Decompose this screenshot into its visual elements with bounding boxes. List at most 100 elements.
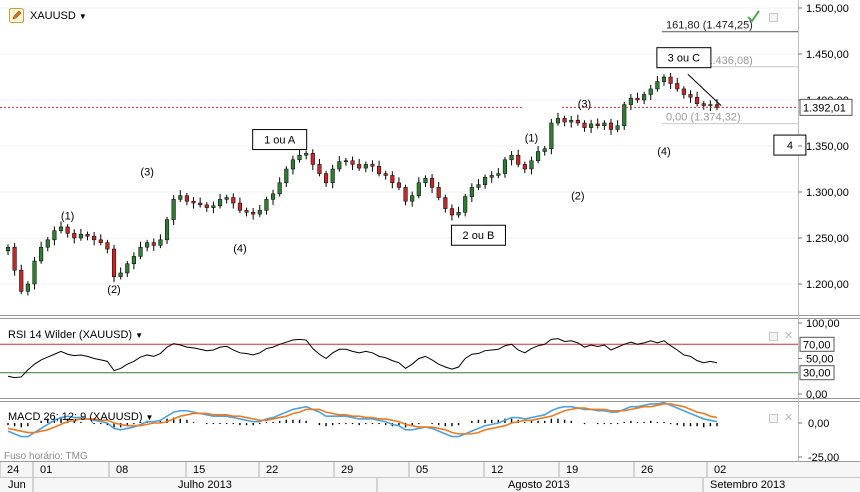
candle-body bbox=[635, 97, 640, 101]
candle-body bbox=[65, 226, 70, 234]
candle-body bbox=[668, 76, 673, 84]
candle-body bbox=[164, 219, 170, 241]
candle-body bbox=[58, 226, 64, 231]
candle-body bbox=[681, 88, 686, 95]
x-tick-label: 29 bbox=[341, 464, 353, 476]
x-tick-label: 08 bbox=[116, 464, 128, 476]
candle-body bbox=[217, 199, 223, 207]
candle-body bbox=[72, 233, 77, 239]
x-tick-label: 22 bbox=[266, 464, 278, 476]
candle-body bbox=[536, 151, 541, 161]
rsi-y-tick-label: 100,00 bbox=[806, 318, 840, 330]
candle-body bbox=[19, 269, 24, 292]
candle-body bbox=[310, 153, 315, 165]
candle-body bbox=[615, 125, 620, 130]
candle-body bbox=[496, 173, 501, 176]
macd-title-text: MACD 26; 12; 9 (XAUUSD) bbox=[8, 411, 143, 423]
candle-body bbox=[324, 173, 329, 184]
rsi-panel-maximize-icon[interactable] bbox=[769, 332, 778, 341]
candle-body bbox=[608, 122, 614, 130]
candle-body bbox=[549, 122, 554, 150]
candle-body bbox=[257, 210, 262, 215]
candle-body bbox=[337, 161, 342, 170]
wave-box-label: 3 ou C bbox=[668, 53, 700, 65]
candle-body bbox=[151, 242, 156, 246]
candle-body bbox=[642, 94, 647, 101]
candle-body bbox=[595, 123, 600, 127]
candle-body bbox=[483, 177, 488, 185]
candle-body bbox=[383, 173, 388, 176]
candle-body bbox=[138, 246, 143, 257]
chevron-down-icon[interactable]: ▼ bbox=[145, 413, 153, 422]
x-month-label: Agosto 2013 bbox=[508, 479, 570, 491]
candle-body bbox=[436, 187, 441, 198]
rsi-y-tick-label: 50,00 bbox=[806, 354, 834, 366]
rsi-panel-close-icon[interactable]: ✕ bbox=[784, 331, 793, 342]
candle-body bbox=[456, 211, 461, 216]
wave-label: (2) bbox=[571, 190, 584, 202]
fib-level-label: 0,00 (1.374,32) bbox=[666, 112, 741, 124]
candle-body bbox=[92, 235, 97, 241]
symbol-selector[interactable]: XAUUSD ▼ bbox=[30, 10, 87, 22]
candle-body bbox=[377, 165, 382, 174]
candle-body bbox=[224, 197, 229, 200]
candle-body bbox=[522, 164, 527, 170]
y-tick-label: 1.300,00 bbox=[806, 187, 849, 199]
candle-body bbox=[111, 248, 117, 277]
candle-body bbox=[39, 246, 44, 262]
chevron-down-icon[interactable]: ▼ bbox=[135, 331, 143, 340]
candle-body bbox=[542, 148, 547, 152]
candle-body bbox=[502, 159, 508, 174]
candle-body bbox=[708, 104, 713, 106]
x-month-label: Jun bbox=[8, 479, 26, 491]
candle-body bbox=[423, 177, 428, 184]
candle-body bbox=[655, 81, 660, 90]
x-month-label: Julho 2013 bbox=[178, 479, 232, 491]
macd-panel-title[interactable]: MACD 26; 12; 9 (XAUUSD) ▼ bbox=[8, 411, 153, 423]
rsi-level-label: 30,00 bbox=[803, 368, 831, 380]
chart-window[interactable]: 161,80 (1.474,25)100,00 (1.436,08)0,00 (… bbox=[0, 0, 860, 492]
candle-body bbox=[695, 96, 700, 104]
candle-body bbox=[688, 94, 693, 98]
candle-body bbox=[390, 175, 395, 184]
candle-body bbox=[430, 177, 435, 188]
candle-body bbox=[304, 153, 309, 156]
candle-body bbox=[32, 260, 37, 285]
candle-body bbox=[98, 239, 103, 243]
candle-body bbox=[443, 197, 448, 209]
candle-body bbox=[357, 164, 362, 169]
candle-body bbox=[297, 154, 302, 161]
candle-body bbox=[52, 230, 57, 241]
candle-body bbox=[277, 182, 282, 195]
chevron-down-icon[interactable]: ▼ bbox=[79, 12, 87, 21]
macd-y-tick-label: 0,00 bbox=[808, 418, 829, 430]
timezone-label: Fuso horário: TMG bbox=[4, 451, 88, 462]
candle-body bbox=[25, 283, 30, 292]
candle-body bbox=[105, 242, 110, 250]
current-price-value: 1.392,01 bbox=[803, 102, 846, 114]
x-tick-label: 12 bbox=[491, 464, 503, 476]
macd-panel-maximize-icon[interactable] bbox=[769, 414, 778, 423]
price-panel-maximize-icon[interactable] bbox=[769, 13, 778, 22]
wave-label: (3) bbox=[140, 166, 153, 178]
candle-body bbox=[575, 119, 580, 124]
wave-box-label: 2 ou B bbox=[463, 230, 495, 242]
candle-body bbox=[145, 242, 150, 248]
candle-body bbox=[178, 195, 183, 200]
candle-body bbox=[582, 122, 587, 128]
candle-body bbox=[330, 168, 335, 184]
candle-body bbox=[628, 97, 633, 105]
candle-body bbox=[562, 118, 567, 123]
candle-body bbox=[284, 168, 289, 184]
candle-body bbox=[204, 204, 209, 208]
rsi-panel-title[interactable]: RSI 14 Wilder (XAUUSD) ▼ bbox=[8, 329, 143, 341]
wave-label: (4) bbox=[233, 243, 246, 255]
candle-body bbox=[469, 187, 474, 197]
wave-box-label: 4 bbox=[787, 140, 793, 152]
macd-panel-close-icon[interactable]: ✕ bbox=[784, 413, 793, 424]
candle-body bbox=[701, 103, 706, 106]
y-tick-label: 1.250,00 bbox=[806, 233, 849, 245]
candle-body bbox=[171, 199, 176, 220]
symbol-edit-icon[interactable] bbox=[9, 8, 24, 23]
candle-body bbox=[569, 119, 574, 123]
